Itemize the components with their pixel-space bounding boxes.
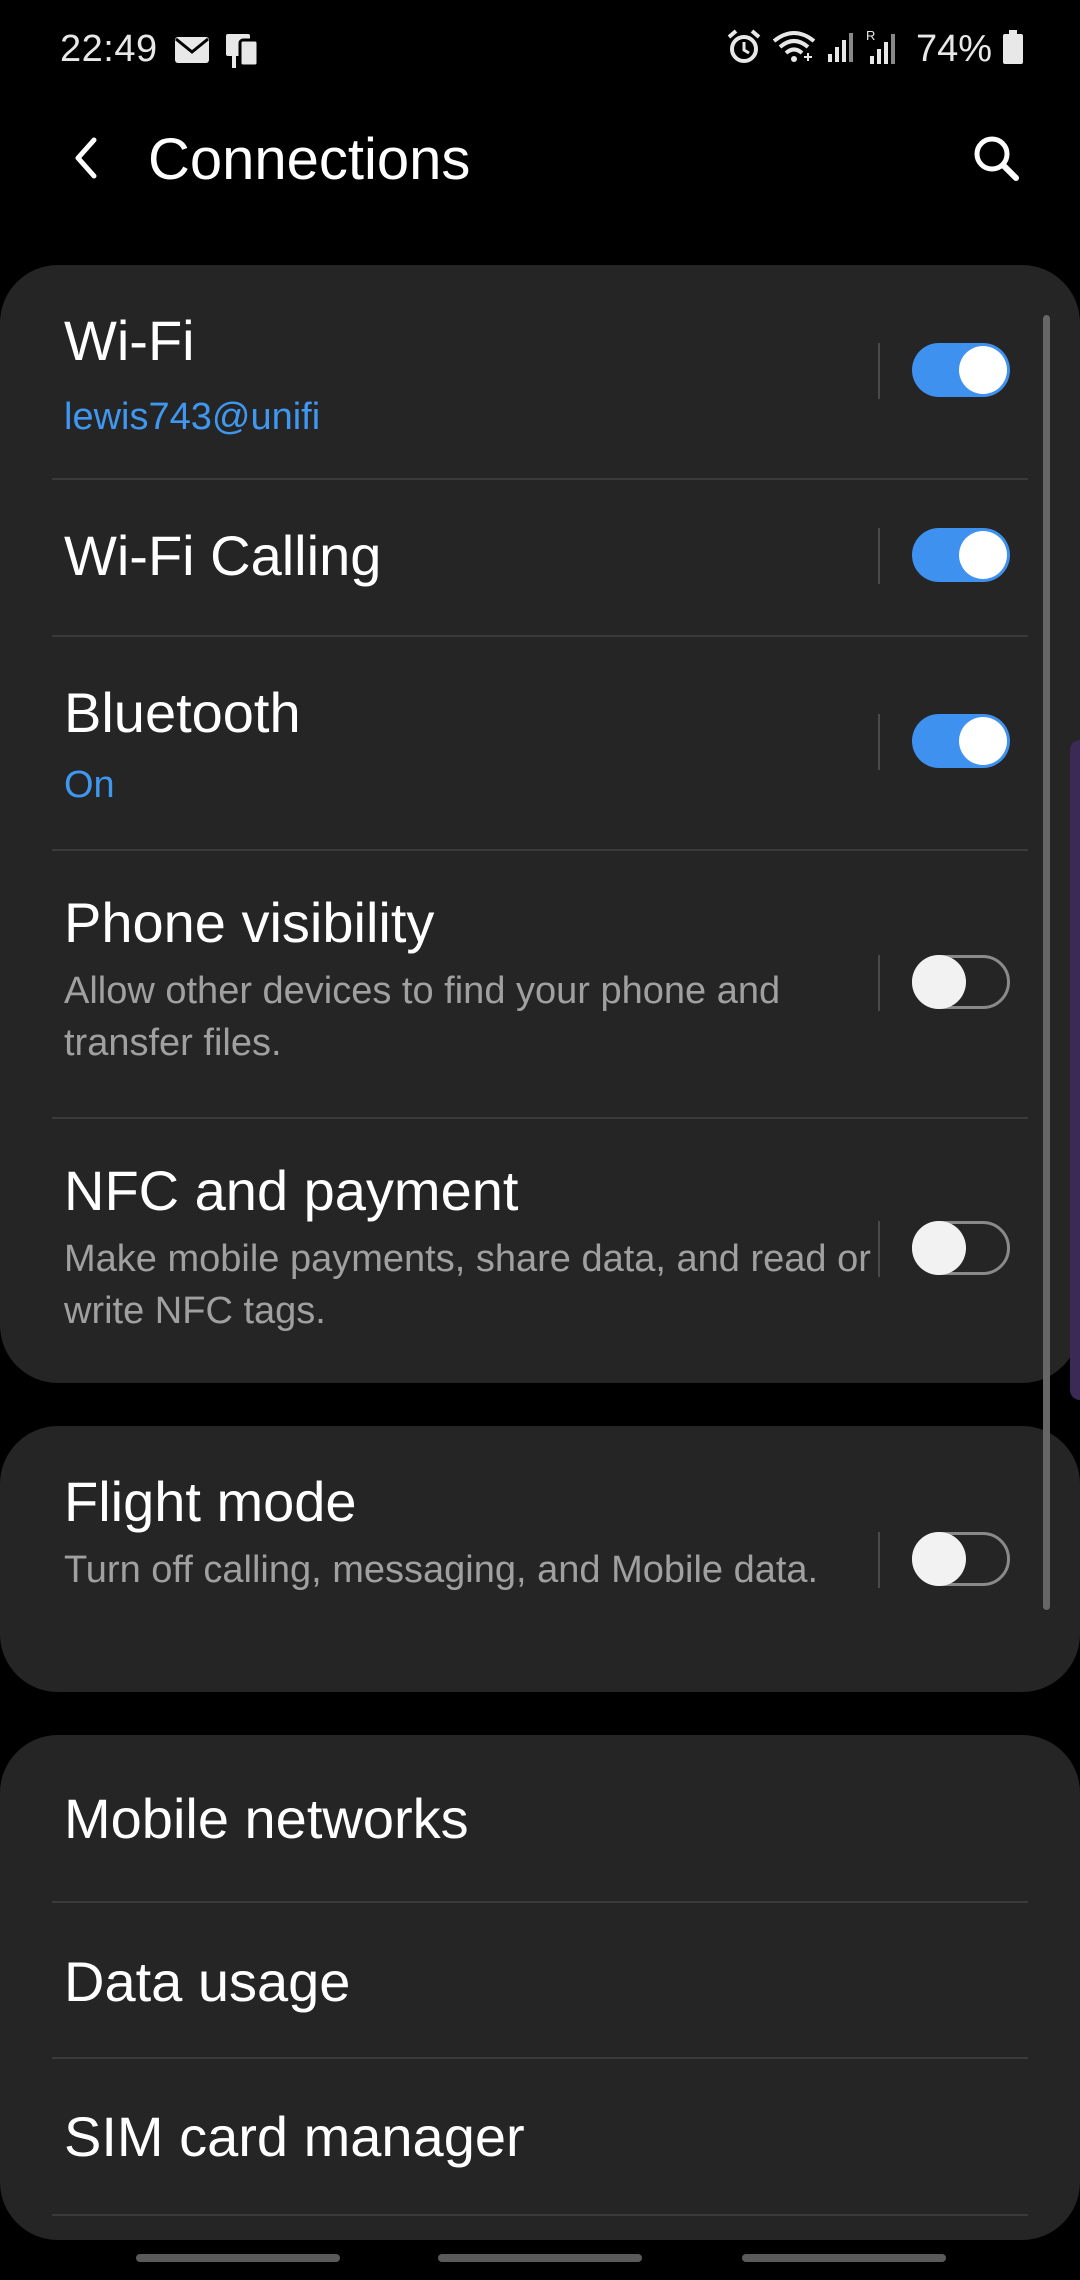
- divider-vertical: [878, 955, 880, 1011]
- wifi-calling-label: Wi-Fi Calling: [64, 524, 382, 587]
- phone-visibility-description: Allow other devices to find your phone a…: [64, 970, 781, 1064]
- bluetooth-label: Bluetooth: [64, 681, 301, 744]
- mobile-networks-row[interactable]: Mobile networks: [0, 1735, 1080, 1901]
- divider-vertical: [878, 714, 880, 770]
- nav-home-button[interactable]: [438, 2254, 642, 2262]
- connections-card-1: Wi-Fi lewis743@unifi Wi-Fi Calling Bluet…: [0, 265, 1080, 1383]
- connections-card-3: Mobile networks Data usage SIM card mana…: [0, 1735, 1080, 2240]
- nfc-toggle[interactable]: [912, 1221, 1010, 1275]
- roaming-signal-icon: R: [866, 28, 900, 71]
- nfc-row[interactable]: NFC and payment Make mobile payments, sh…: [0, 1119, 1080, 1383]
- svg-text:R: R: [866, 28, 875, 43]
- navigation-bar: [0, 2240, 1080, 2280]
- wifi-calling-icon: [772, 29, 816, 70]
- status-bar: 22:49 R 74%: [0, 0, 1080, 100]
- alarm-icon: [726, 29, 762, 70]
- device-icon: [224, 30, 262, 75]
- edge-panel-handle[interactable]: [1070, 740, 1080, 1400]
- divider-vertical: [878, 528, 880, 584]
- wifi-label: Wi-Fi: [64, 309, 195, 372]
- phone-visibility-row[interactable]: Phone visibility Allow other devices to …: [0, 851, 1080, 1117]
- sim-card-manager-label: SIM card manager: [64, 2105, 525, 2168]
- bluetooth-row[interactable]: Bluetooth On: [0, 637, 1080, 849]
- mail-icon: [174, 36, 210, 69]
- connections-card-2: Flight mode Turn off calling, messaging,…: [0, 1426, 1080, 1692]
- divider-vertical: [878, 343, 880, 399]
- phone-visibility-toggle[interactable]: [912, 955, 1010, 1009]
- battery-percent: 74%: [915, 28, 992, 70]
- nfc-label: NFC and payment: [64, 1159, 519, 1222]
- wifi-calling-toggle[interactable]: [912, 528, 1010, 582]
- bluetooth-status: On: [64, 764, 115, 806]
- wifi-network-name: lewis743@unifi: [64, 396, 321, 438]
- divider-vertical: [878, 1221, 880, 1277]
- data-usage-label: Data usage: [64, 1950, 351, 2013]
- flight-mode-row[interactable]: Flight mode Turn off calling, messaging,…: [0, 1426, 1080, 1692]
- mobile-networks-label: Mobile networks: [64, 1787, 469, 1850]
- status-time: 22:49: [60, 28, 158, 70]
- signal-icon: [826, 30, 856, 69]
- divider-vertical: [878, 1532, 880, 1588]
- flight-mode-label: Flight mode: [64, 1470, 357, 1533]
- nav-recent-apps-button[interactable]: [136, 2254, 340, 2262]
- bluetooth-toggle[interactable]: [912, 714, 1010, 768]
- divider: [52, 2214, 1028, 2216]
- search-icon[interactable]: [966, 128, 1026, 188]
- page-title: Connections: [148, 127, 471, 192]
- status-icons: R 74%: [726, 28, 1024, 71]
- phone-visibility-label: Phone visibility: [64, 891, 435, 954]
- battery-icon: [1002, 30, 1024, 69]
- wifi-calling-row[interactable]: Wi-Fi Calling: [0, 480, 1080, 635]
- back-arrow-icon[interactable]: [58, 128, 118, 188]
- flight-mode-description: Turn off calling, messaging, and Mobile …: [64, 1549, 819, 1591]
- nav-back-button[interactable]: [742, 2254, 946, 2262]
- sim-card-manager-row[interactable]: SIM card manager: [0, 2059, 1080, 2214]
- wifi-row[interactable]: Wi-Fi lewis743@unifi: [0, 265, 1080, 480]
- nfc-description: Make mobile payments, share data, and re…: [64, 1238, 871, 1332]
- flight-mode-toggle[interactable]: [912, 1532, 1010, 1586]
- wifi-toggle[interactable]: [912, 343, 1010, 397]
- data-usage-row[interactable]: Data usage: [0, 1903, 1080, 2058]
- scrollbar[interactable]: [1043, 315, 1050, 1610]
